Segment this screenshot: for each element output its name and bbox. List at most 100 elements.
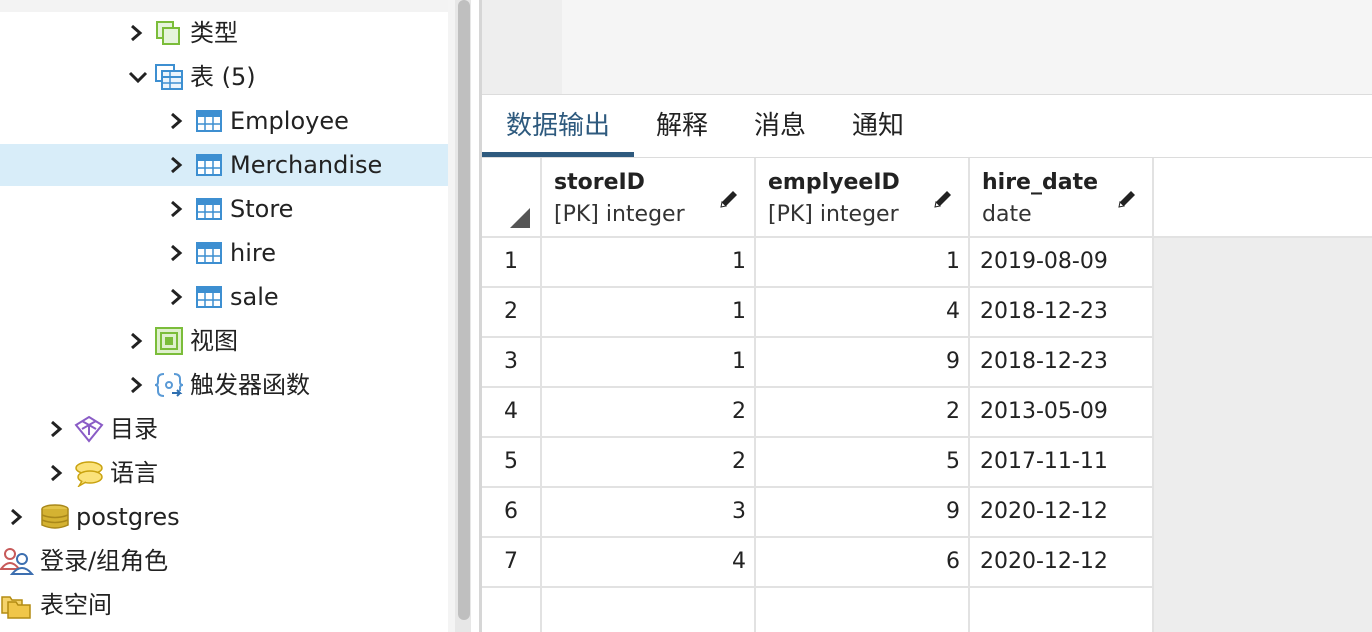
table-icon — [194, 107, 224, 135]
row-number[interactable]: 4 — [482, 388, 542, 438]
row-number[interactable]: 3 — [482, 338, 542, 388]
cell-hire-date[interactable]: 2018-12-23 — [970, 288, 1154, 338]
views-icon — [154, 327, 184, 355]
tree-item-catalogs[interactable]: 目录 — [0, 407, 448, 451]
cell-hire-date[interactable]: 2019-08-09 — [970, 238, 1154, 288]
cell-emplyeeid[interactable]: 9 — [756, 338, 970, 388]
tree-item-login-roles[interactable]: 登录/组角色 — [0, 539, 448, 583]
cell-hire-date[interactable]: 2017-11-11 — [970, 438, 1154, 488]
tab-messages[interactable]: 消息 — [740, 95, 820, 157]
tree-item-trigger-functions[interactable]: 触发器函数 — [0, 363, 448, 407]
table-icon — [194, 283, 224, 311]
tree-item-types[interactable]: 类型 — [0, 11, 448, 55]
select-all-icon — [510, 208, 530, 228]
pgadmin-window: 类型 表 (5) Employee Merchandise Store hire… — [0, 0, 1372, 632]
cell-emplyeeid[interactable]: 6 — [756, 538, 970, 588]
pencil-icon[interactable] — [932, 188, 954, 210]
cell-hire-date[interactable]: 2013-05-09 — [970, 388, 1154, 438]
cell-storeid[interactable]: 4 — [542, 538, 756, 588]
cell-storeid[interactable]: 1 — [542, 288, 756, 338]
tree-item-merchandise[interactable]: Merchandise — [0, 144, 448, 186]
row-number[interactable]: 5 — [482, 438, 542, 488]
cell-empty[interactable] — [756, 588, 970, 632]
tree-item-store[interactable]: Store — [0, 187, 448, 231]
panel-splitter[interactable] — [448, 0, 455, 632]
chevron-right-icon[interactable] — [168, 197, 188, 221]
cell-hire-date[interactable]: 2020-12-12 — [970, 488, 1154, 538]
chevron-right-icon[interactable] — [168, 285, 188, 309]
tree-item-label: postgres — [76, 503, 180, 531]
cell-storeid[interactable]: 1 — [542, 238, 756, 288]
tree-item-views[interactable]: 视图 — [0, 319, 448, 363]
cell-emplyeeid[interactable]: 1 — [756, 238, 970, 288]
tree-item-languages[interactable]: 语言 — [0, 451, 448, 495]
column-type: [PK] integer — [554, 202, 685, 227]
tree-item-tables[interactable]: 表 (5) — [0, 55, 448, 99]
tree-item-sale[interactable]: sale — [0, 275, 448, 319]
pencil-icon[interactable] — [718, 188, 740, 210]
chevron-right-icon[interactable] — [128, 329, 148, 353]
query-results-panel: 数据输出 解释 消息 通知 storeID [PK] integer emply… — [482, 0, 1372, 632]
cell-emplyeeid[interactable]: 9 — [756, 488, 970, 538]
tab-data-output[interactable]: 数据输出 — [482, 95, 634, 157]
tablespace-icon — [0, 591, 34, 619]
tree-item-label: 触发器函数 — [190, 371, 310, 399]
chevron-right-icon[interactable] — [168, 153, 188, 177]
trigger-function-icon — [154, 371, 184, 399]
cell-storeid[interactable]: 2 — [542, 438, 756, 488]
tree-item-label: 视图 — [190, 327, 238, 355]
table-icon — [194, 239, 224, 267]
column-header-storeid[interactable]: storeID [PK] integer — [542, 158, 756, 238]
row-number[interactable]: 1 — [482, 238, 542, 288]
data-grid: storeID [PK] integer emplyeeID [PK] inte… — [482, 158, 1372, 632]
column-header-hire-date[interactable]: hire_date date — [970, 158, 1154, 238]
column-header-emplyeeid[interactable]: emplyeeID [PK] integer — [756, 158, 970, 238]
cell-storeid[interactable]: 2 — [542, 388, 756, 438]
cell-emplyeeid[interactable]: 4 — [756, 288, 970, 338]
chevron-right-icon[interactable] — [128, 21, 148, 45]
chevron-right-icon[interactable] — [128, 373, 148, 397]
catalog-icon — [74, 415, 104, 443]
cell-storeid[interactable]: 3 — [542, 488, 756, 538]
row-number[interactable]: 7 — [482, 538, 542, 588]
tables-folder-icon — [154, 63, 184, 91]
tree-item-label: 类型 — [190, 19, 238, 47]
tree-item-label: sale — [230, 283, 279, 311]
chevron-down-icon[interactable] — [128, 65, 148, 89]
tab-explain[interactable]: 解释 — [642, 95, 722, 157]
column-name: hire_date — [982, 170, 1099, 195]
chevron-right-icon[interactable] — [48, 417, 68, 441]
tree-item-label: Store — [230, 195, 294, 223]
tree-item-postgres-db[interactable]: postgres — [0, 495, 448, 539]
tree-item-label: 表空间 — [40, 591, 112, 619]
object-browser-tree: 类型 表 (5) Employee Merchandise Store hire… — [0, 0, 448, 632]
query-editor[interactable] — [482, 0, 1372, 94]
tree-item-hire[interactable]: hire — [0, 231, 448, 275]
tree-item-label: 目录 — [110, 415, 158, 443]
chevron-right-icon[interactable] — [8, 505, 28, 529]
grid-corner-cell[interactable] — [482, 158, 542, 238]
tree-scrollbar-thumb[interactable] — [458, 0, 470, 620]
pencil-icon[interactable] — [1116, 188, 1138, 210]
tree-item-label: Employee — [230, 107, 349, 135]
results-tabs: 数据输出 解释 消息 通知 — [482, 94, 1372, 158]
cell-empty[interactable] — [970, 588, 1154, 632]
tree-item-employee[interactable]: Employee — [0, 99, 448, 143]
cell-empty[interactable] — [542, 588, 756, 632]
cell-emplyeeid[interactable]: 2 — [756, 388, 970, 438]
tab-notifications[interactable]: 通知 — [838, 95, 918, 157]
cell-storeid[interactable]: 1 — [542, 338, 756, 388]
row-number[interactable]: 2 — [482, 288, 542, 338]
cell-hire-date[interactable]: 2020-12-12 — [970, 538, 1154, 588]
column-name: storeID — [554, 170, 645, 195]
chevron-right-icon[interactable] — [168, 241, 188, 265]
cell-emplyeeid[interactable]: 5 — [756, 438, 970, 488]
cell-hire-date[interactable]: 2018-12-23 — [970, 338, 1154, 388]
chevron-right-icon[interactable] — [168, 109, 188, 133]
editor-gutter — [482, 0, 562, 94]
tree-item-tablespaces[interactable]: 表空间 — [0, 583, 448, 627]
row-number-empty[interactable] — [482, 588, 542, 632]
grid-header-filler — [1154, 158, 1372, 238]
row-number[interactable]: 6 — [482, 488, 542, 538]
chevron-right-icon[interactable] — [48, 461, 68, 485]
